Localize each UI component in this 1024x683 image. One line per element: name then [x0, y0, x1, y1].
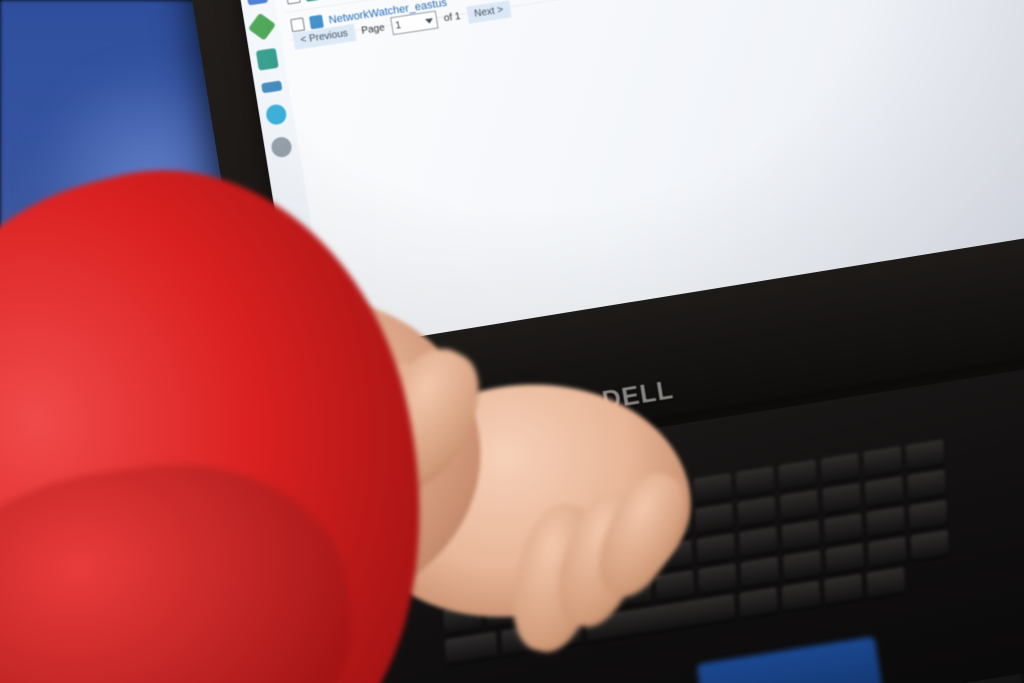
key[interactable] [867, 536, 907, 567]
page-number-value: 1 [394, 19, 402, 32]
key[interactable] [782, 550, 822, 581]
key[interactable] [697, 563, 737, 594]
key[interactable] [820, 453, 860, 484]
key[interactable] [863, 446, 902, 477]
page-label: Page [360, 21, 386, 37]
key[interactable] [735, 466, 775, 497]
key[interactable] [908, 499, 948, 530]
key[interactable] [866, 506, 906, 537]
key[interactable] [822, 483, 862, 514]
row-checkbox[interactable] [285, 0, 301, 5]
page-total-label: of 1 [443, 10, 462, 24]
subscriptions-icon[interactable] [255, 47, 279, 71]
cell-type: Network Watcher [539, 0, 686, 2]
key[interactable] [693, 473, 733, 504]
chevron-down-icon [424, 17, 434, 24]
virtual-networks-icon[interactable] [261, 80, 283, 94]
key[interactable] [781, 520, 821, 551]
photo-scene: Subscription == all ✕ Resource group == … [0, 0, 1024, 683]
virtual-machines-icon[interactable] [245, 0, 269, 6]
key[interactable] [907, 469, 946, 500]
key[interactable] [905, 439, 945, 470]
key[interactable] [694, 503, 734, 534]
key[interactable] [737, 496, 777, 527]
key[interactable] [864, 476, 904, 507]
app-services-icon[interactable] [248, 12, 276, 41]
key[interactable] [824, 574, 863, 605]
key[interactable] [823, 513, 863, 544]
key[interactable] [740, 556, 780, 588]
key[interactable] [778, 459, 817, 490]
azure-ad-icon[interactable] [264, 103, 288, 126]
key[interactable] [444, 631, 498, 665]
key[interactable] [910, 530, 950, 561]
key[interactable] [738, 526, 778, 557]
key[interactable] [781, 580, 821, 611]
key[interactable] [825, 543, 865, 574]
key[interactable] [696, 533, 736, 564]
monitor-icon[interactable] [270, 135, 294, 159]
key[interactable] [779, 489, 819, 521]
key[interactable] [739, 587, 778, 618]
key[interactable] [655, 570, 695, 601]
storage-account-icon [304, 0, 320, 2]
key[interactable] [866, 567, 906, 598]
